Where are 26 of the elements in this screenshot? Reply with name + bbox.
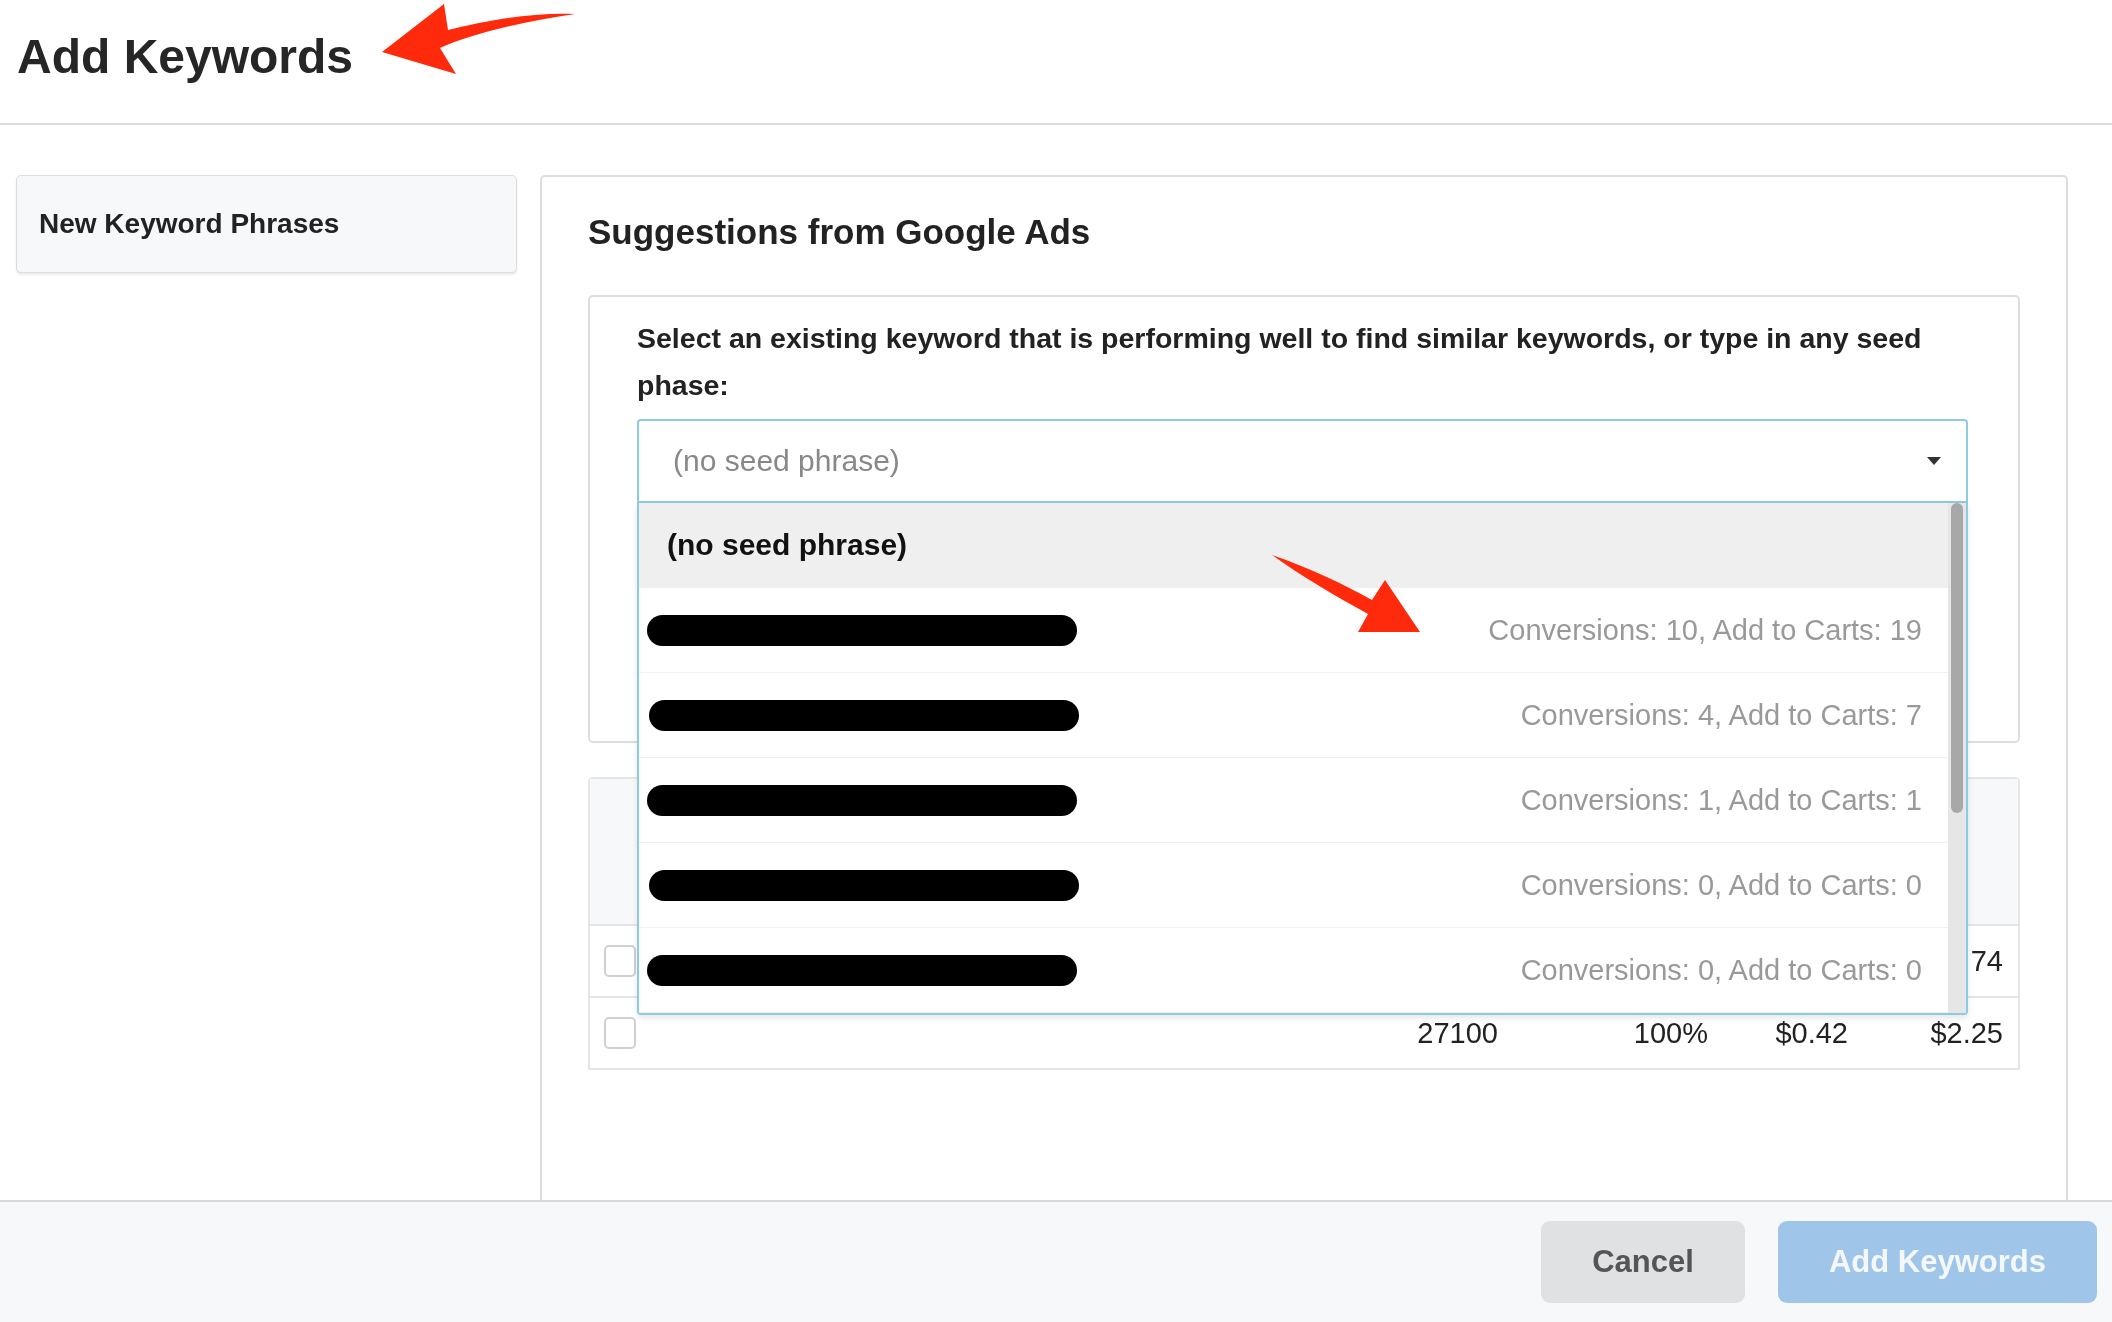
- table-cell: 27100: [1417, 1016, 1498, 1049]
- sidebar-item[interactable]: New Keyword Phrases: [16, 175, 517, 273]
- dropdown-option[interactable]: Conversions: 4, Add to Carts: 7: [639, 673, 1948, 758]
- row-checkbox[interactable]: [604, 945, 636, 977]
- section-title: Suggestions from Google Ads: [588, 211, 1092, 253]
- table-cell: 74: [1970, 944, 2003, 977]
- keyword-stats: Conversions: 4, Add to Carts: 7: [1520, 698, 1922, 732]
- keyword-stats: Conversions: 1, Add to Carts: 1: [1520, 783, 1922, 817]
- table-cell: $2.25: [1930, 1016, 2003, 1049]
- scrollbar-thumb[interactable]: [1951, 503, 1963, 813]
- table-cell: $0.42: [1775, 1016, 1848, 1049]
- cancel-button[interactable]: Cancel: [1541, 1221, 1745, 1303]
- row-checkbox[interactable]: [604, 1017, 636, 1049]
- keyword-stats: Conversions: 0, Add to Carts: 0: [1520, 953, 1922, 987]
- page-title: Add Keywords: [17, 29, 354, 84]
- seed-phrase-field[interactable]: (no seed phrase): [637, 419, 1968, 503]
- table-cell: 100%: [1633, 1016, 1708, 1049]
- keyword-stats: Conversions: 10, Add to Carts: 19: [1488, 613, 1922, 647]
- dropdown-option[interactable]: (no seed phrase): [639, 503, 1948, 588]
- dropdown-option[interactable]: Conversions: 0, Add to Carts: 0: [639, 928, 1948, 1013]
- caret-icon[interactable]: [1926, 456, 1942, 466]
- dropdown-option[interactable]: Conversions: 1, Add to Carts: 1: [639, 758, 1948, 843]
- option-label: (no seed phrase): [666, 528, 908, 562]
- keyword-stats: Conversions: 0, Add to Carts: 0: [1520, 868, 1922, 902]
- seed-instructions: Select an existing keyword that is performing well to find similar keywords, or type in any seed phase:: [637, 321, 1923, 403]
- dropdown-option[interactable]: Conversions: 0, Add to Carts: 0: [639, 843, 1948, 928]
